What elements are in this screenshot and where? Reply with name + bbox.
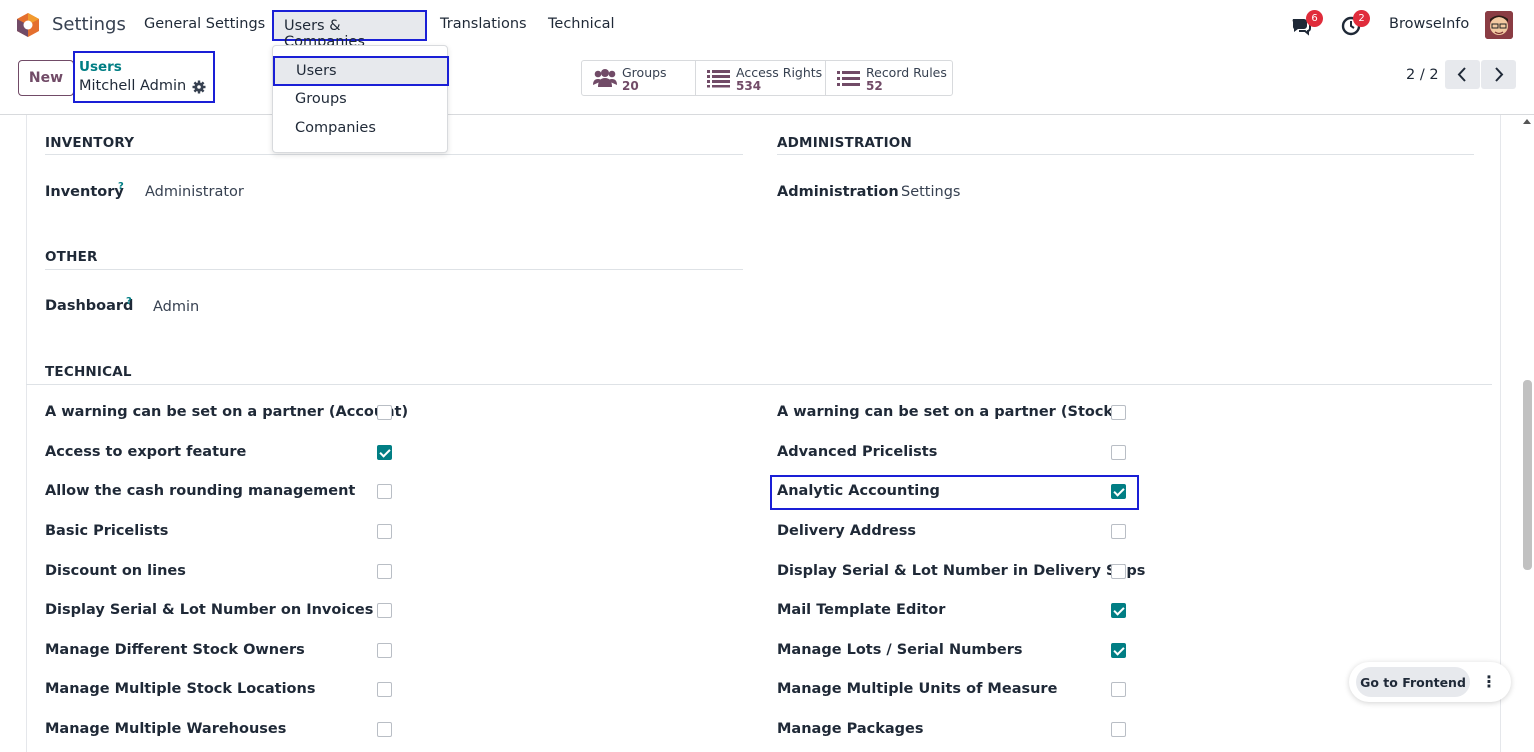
dropdown-item-users[interactable]: Users: [273, 56, 449, 86]
kebab-menu-icon[interactable]: ⋮: [1477, 670, 1501, 694]
technical-option-checkbox[interactable]: [377, 524, 392, 539]
highlight-analytic-accounting: [770, 475, 1139, 510]
technical-option-checkbox[interactable]: [377, 564, 392, 579]
technical-option-label: Manage Lots / Serial Numbers: [777, 642, 1023, 658]
section-title-administration: ADMINISTRATION: [777, 135, 912, 151]
section-divider: [45, 154, 743, 155]
dashboard-help-icon[interactable]: ?: [126, 296, 132, 307]
top-navbar: Settings General Settings Users & Compan…: [0, 0, 1534, 50]
administration-field-label: Administration: [777, 184, 899, 200]
new-button[interactable]: New: [18, 60, 74, 96]
pager-next-button[interactable]: [1481, 60, 1516, 89]
header-divider: [0, 114, 1534, 115]
chevron-right-icon: [1495, 67, 1504, 82]
technical-option-label: A warning can be set on a partner (Accou…: [45, 404, 409, 420]
technical-option-label: Discount on lines: [45, 563, 186, 579]
technical-option-label: Manage Multiple Units of Measure: [777, 681, 1058, 697]
chevron-left-icon: [1457, 67, 1466, 82]
record-rules-label: Record Rules: [866, 65, 947, 80]
messages-badge: 6: [1306, 10, 1323, 27]
technical-option-label: Allow the cash rounding management: [45, 483, 356, 499]
odoo-logo-icon[interactable]: [16, 12, 40, 38]
menu-users-companies[interactable]: Users & Companies: [272, 10, 427, 50]
scroll-thumb[interactable]: [1523, 380, 1532, 570]
technical-option-checkbox[interactable]: [377, 484, 392, 499]
technical-option-checkbox[interactable]: [1111, 722, 1126, 737]
section-title-technical: TECHNICAL: [45, 364, 132, 380]
section-title-inventory: INVENTORY: [45, 135, 135, 151]
technical-option-checkbox[interactable]: [377, 682, 392, 697]
sheet-border-left: [26, 115, 27, 752]
technical-option-checkbox[interactable]: [377, 722, 392, 737]
technical-option-label: A warning can be set on a partner (Stock…: [777, 404, 1120, 420]
menu-technical[interactable]: Technical: [548, 16, 615, 32]
technical-option-label: Manage Multiple Warehouses: [45, 721, 287, 737]
technical-option-checkbox[interactable]: [1111, 682, 1126, 697]
section-divider: [777, 154, 1474, 155]
technical-option-label: Manage Different Stock Owners: [45, 642, 305, 658]
users-group-icon: [593, 69, 617, 87]
inventory-access-value[interactable]: Administrator: [145, 184, 244, 200]
pager-value[interactable]: 2 / 2: [1406, 67, 1439, 83]
section-divider: [26, 384, 1492, 385]
inventory-field-label: Inventory: [45, 184, 124, 200]
record-rules-count: 52: [866, 79, 883, 93]
menu-general-settings[interactable]: General Settings: [144, 16, 265, 32]
technical-option-label: Manage Multiple Stock Locations: [45, 681, 316, 697]
scroll-up-arrow-icon[interactable]: [1523, 119, 1531, 124]
section-divider: [45, 269, 743, 270]
access-rights-count: 534: [736, 79, 762, 93]
technical-option-label: Manage Packages: [777, 721, 924, 737]
dropdown-item-groups[interactable]: Groups: [295, 91, 347, 107]
vertical-scrollbar[interactable]: [1520, 115, 1534, 752]
technical-option-label: Access to export feature: [45, 444, 247, 460]
access-rights-smart-button[interactable]: Access Rights 534: [696, 61, 826, 95]
technical-option-label: Basic Pricelists: [45, 523, 169, 539]
section-title-other: OTHER: [45, 249, 98, 265]
dashboard-access-value[interactable]: Admin: [153, 299, 199, 315]
pager-previous-button[interactable]: [1445, 60, 1480, 89]
technical-option-checkbox[interactable]: [377, 405, 392, 420]
technical-option-label: Advanced Pricelists: [777, 444, 938, 460]
groups-label: Groups: [622, 65, 667, 80]
list-icon: [707, 70, 730, 88]
access-rights-label: Access Rights: [736, 65, 823, 80]
company-switcher[interactable]: BrowseInfo: [1389, 16, 1469, 32]
inventory-help-icon[interactable]: ?: [118, 181, 124, 192]
technical-option-checkbox[interactable]: [377, 643, 392, 658]
technical-option-checkbox[interactable]: [377, 603, 392, 618]
technical-option-checkbox[interactable]: [1111, 643, 1126, 658]
frontend-widget: Go to Frontend ⋮: [1349, 662, 1511, 702]
gear-icon[interactable]: [192, 80, 206, 94]
go-to-frontend-button[interactable]: Go to Frontend: [1356, 667, 1470, 697]
dashboard-field-label: Dashboard: [45, 298, 134, 314]
activities-badge: 2: [1353, 10, 1370, 27]
users-companies-dropdown: Users Groups Companies: [272, 45, 449, 153]
sheet-border-right: [1500, 115, 1501, 752]
user-avatar[interactable]: [1485, 11, 1513, 39]
groups-count: 20: [622, 79, 639, 93]
record-rules-smart-button[interactable]: Record Rules 52: [826, 61, 952, 95]
smart-buttons: Groups 20 Access Rights 534 Record Rules…: [581, 60, 953, 96]
dropdown-item-companies[interactable]: Companies: [295, 120, 376, 136]
breadcrumb-users-link[interactable]: Users: [79, 59, 213, 75]
administration-access-value[interactable]: Settings: [901, 184, 960, 200]
technical-option-checkbox[interactable]: [377, 445, 392, 460]
groups-smart-button[interactable]: Groups 20: [582, 61, 696, 95]
app-title[interactable]: Settings: [52, 14, 126, 35]
technical-option-checkbox[interactable]: [1111, 564, 1126, 579]
technical-option-checkbox[interactable]: [1111, 405, 1126, 420]
technical-option-label: Delivery Address: [777, 523, 916, 539]
technical-option-label: Display Serial & Lot Number in Delivery …: [777, 563, 1146, 579]
technical-option-checkbox[interactable]: [1111, 445, 1126, 460]
technical-option-label: Display Serial & Lot Number on Invoices: [45, 602, 374, 618]
technical-option-checkbox[interactable]: [1111, 603, 1126, 618]
list-icon: [837, 71, 860, 86]
technical-option-checkbox[interactable]: [1111, 524, 1126, 539]
technical-option-label: Mail Template Editor: [777, 602, 946, 618]
menu-translations[interactable]: Translations: [440, 16, 527, 32]
breadcrumb-current: Mitchell Admin: [79, 78, 187, 94]
breadcrumb: Users Mitchell Admin: [73, 51, 215, 103]
avatar-face-icon: [1485, 11, 1513, 39]
